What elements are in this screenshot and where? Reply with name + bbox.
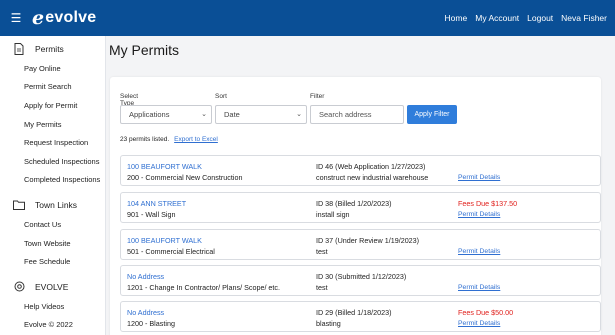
- permit-row[interactable]: 104 ANN STREET 901 - Wall Sign ID 38 (Bi…: [120, 192, 601, 223]
- permit-description: construct new industrial warehouse: [316, 173, 429, 182]
- page-title: My Permits: [109, 42, 179, 58]
- document-icon: [13, 43, 25, 55]
- top-nav: Home My Account Logout Neva Fisher: [445, 13, 607, 23]
- nav-home-link[interactable]: Home: [445, 13, 468, 23]
- settings-icon: [13, 281, 25, 293]
- nav-my-account-link[interactable]: My Account: [475, 13, 519, 23]
- permit-type: 1200 - Blasting: [127, 319, 175, 328]
- permit-address-link[interactable]: No Address: [127, 308, 164, 317]
- chevron-down-icon: ⌄: [201, 111, 207, 118]
- chevron-down-icon: ⌄: [296, 111, 302, 118]
- sidebar-item-apply-for-permit[interactable]: Apply for Permit: [0, 96, 105, 115]
- sidebar-item-request-inspection[interactable]: Request Inspection: [0, 133, 105, 152]
- select-type-value: Applications: [129, 110, 170, 119]
- permit-type: 901 - Wall Sign: [127, 210, 176, 219]
- export-to-excel-link[interactable]: Export to Excel: [174, 136, 218, 143]
- permit-row[interactable]: 100 BEAUFORT WALK 200 - Commercial New C…: [120, 155, 601, 186]
- permit-description: install sign: [316, 210, 350, 219]
- folder-icon: [13, 199, 25, 211]
- sidebar-item-my-permits[interactable]: My Permits: [0, 115, 105, 134]
- sidebar-item-permit-search[interactable]: Permit Search: [0, 78, 105, 97]
- search-address-input[interactable]: [310, 105, 404, 124]
- permit-description: test: [316, 247, 328, 256]
- sidebar-section-title: Permits: [35, 44, 64, 54]
- sort-value: Date: [224, 110, 240, 119]
- select-type-dropdown[interactable]: Applications ⌄: [120, 105, 212, 124]
- sidebar-item-pay-online[interactable]: Pay Online: [0, 59, 105, 78]
- sidebar-item-scheduled-inspections[interactable]: Scheduled Inspections: [0, 152, 105, 171]
- sidebar: Permits Pay Online Permit Search Apply f…: [0, 36, 106, 335]
- sidebar-section-title: Town Links: [35, 200, 78, 211]
- fees-due: Fees Due $50.00: [458, 308, 514, 317]
- permit-address-link[interactable]: No Address: [127, 272, 164, 281]
- permit-id-status: ID 38 (Billed 1/20/2023): [316, 199, 392, 208]
- fees-due: Fees Due $137.50: [458, 199, 518, 208]
- permit-details-link[interactable]: Permit Details: [458, 248, 500, 255]
- top-bar: ☰ e evolve Home My Account Logout Neva F…: [0, 0, 615, 36]
- permit-details-link[interactable]: Permit Details: [458, 320, 500, 327]
- permit-row[interactable]: 100 BEAUFORT WALK 501 - Commercial Elect…: [120, 229, 601, 260]
- permit-description: test: [316, 283, 328, 292]
- sidebar-item-completed-inspections[interactable]: Completed Inspections: [0, 171, 105, 190]
- apply-filter-button[interactable]: Apply Filter: [407, 105, 457, 124]
- sidebar-item-help-videos[interactable]: Help Videos: [0, 297, 105, 316]
- permit-details-link[interactable]: Permit Details: [458, 284, 500, 291]
- filter-label: Filter: [310, 93, 325, 100]
- permit-id-status: ID 29 (Billed 1/18/2023): [316, 308, 392, 317]
- sidebar-item-town-website[interactable]: Town Website: [0, 234, 105, 253]
- sidebar-copyright: Evolve © 2022: [24, 320, 73, 330]
- permit-address-link[interactable]: 104 ANN STREET: [127, 199, 186, 208]
- permits-card: Select Type Applications ⌄ Sort Date ⌄ F…: [110, 77, 601, 335]
- nav-logout-link[interactable]: Logout: [527, 13, 553, 23]
- permit-description: blasting: [316, 319, 341, 328]
- logo-text: evolve: [45, 9, 97, 26]
- sort-label: Sort: [215, 93, 227, 100]
- permit-address-link[interactable]: 100 BEAUFORT WALK: [127, 162, 202, 171]
- permit-row[interactable]: No Address 1200 - Blasting ID 29 (Billed…: [120, 301, 601, 332]
- sidebar-section-title: EVOLVE: [35, 281, 69, 292]
- permit-count-line: 23 permits listed. Export to Excel: [120, 136, 218, 143]
- evolve-logo[interactable]: e evolve: [32, 7, 96, 29]
- main-content: My Permits Select Type Applications ⌄ So…: [106, 36, 615, 335]
- sidebar-item-contact-us[interactable]: Contact Us: [0, 215, 105, 234]
- sidebar-section-town-links: Town Links: [0, 195, 105, 215]
- permit-details-link[interactable]: Permit Details: [458, 211, 500, 218]
- permit-details-link[interactable]: Permit Details: [458, 174, 500, 181]
- sidebar-item-fee-schedule[interactable]: Fee Schedule: [0, 252, 105, 271]
- permit-id-status: ID 46 (Web Application 1/27/2023): [316, 162, 426, 171]
- permit-address-link[interactable]: 100 BEAUFORT WALK: [127, 236, 202, 245]
- sort-dropdown[interactable]: Date ⌄: [215, 105, 307, 124]
- permit-row[interactable]: No Address 1201 - Change In Contractor/ …: [120, 265, 601, 296]
- permit-type: 501 - Commercial Electrical: [127, 247, 215, 256]
- permit-type: 200 - Commercial New Construction: [127, 173, 243, 182]
- permit-id-status: ID 37 (Under Review 1/19/2023): [316, 236, 420, 245]
- permit-type: 1201 - Change In Contractor/ Plans/ Scop…: [127, 283, 281, 292]
- permit-id-status: ID 30 (Submitted 1/12/2023): [316, 272, 407, 281]
- sidebar-section-evolve: EVOLVE: [0, 277, 105, 297]
- sidebar-section-permits: Permits: [0, 39, 105, 59]
- logo-mark: e: [32, 7, 45, 29]
- permit-count: 23 permits listed.: [120, 136, 170, 143]
- nav-user-name[interactable]: Neva Fisher: [561, 13, 607, 23]
- hamburger-menu-icon[interactable]: ☰: [4, 11, 28, 25]
